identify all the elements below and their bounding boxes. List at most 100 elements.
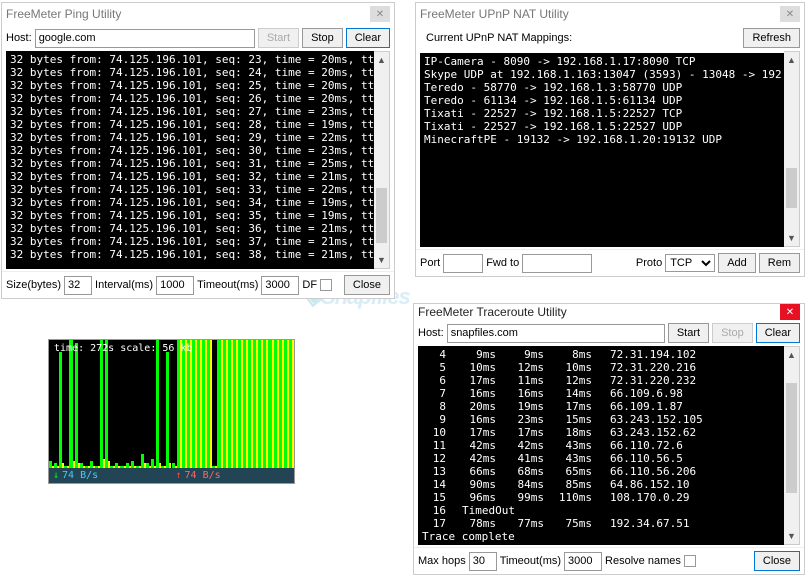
ping-line: 32 bytes from: 74.125.196.101, seq: 26, …	[10, 92, 370, 105]
ping-start-button[interactable]: Start	[258, 28, 299, 48]
ping-timeout-input[interactable]	[261, 276, 299, 295]
port-input[interactable]	[443, 254, 483, 273]
ping-line: 32 bytes from: 74.125.196.101, seq: 28, …	[10, 118, 370, 131]
maxhops-label: Max hops	[418, 555, 466, 567]
ping-clear-button[interactable]: Clear	[346, 28, 390, 48]
upload-rate: ↑ 74 B/s	[172, 470, 295, 481]
df-label: DF	[302, 279, 317, 291]
ping-title: FreeMeter Ping Utility	[6, 7, 121, 21]
proto-select[interactable]: TCP	[665, 254, 715, 272]
ping-line: 32 bytes from: 74.125.196.101, seq: 37, …	[10, 235, 370, 248]
trace-close-icon[interactable]: ✕	[780, 304, 800, 320]
df-checkbox[interactable]	[320, 279, 332, 291]
proto-label: Proto	[636, 257, 662, 269]
ping-scrollbar[interactable]: ▲ ▼	[374, 51, 390, 269]
ping-interval-input[interactable]	[156, 276, 194, 295]
trace-title: FreeMeter Traceroute Utility	[418, 305, 567, 319]
upnp-line: IP-Camera - 8090 -> 192.168.1.17:8090 TC…	[424, 55, 780, 68]
upnp-titlebar[interactable]: FreeMeter UPnP NAT Utility ✕	[416, 3, 804, 25]
download-bar	[141, 454, 144, 468]
rem-button[interactable]: Rem	[759, 253, 800, 273]
download-bar	[105, 340, 108, 468]
trace-scrollbar[interactable]: ▲ ▼	[784, 346, 800, 545]
ping-line: 32 bytes from: 74.125.196.101, seq: 23, …	[10, 53, 370, 66]
ping-line: 32 bytes from: 74.125.196.101, seq: 27, …	[10, 105, 370, 118]
trace-row: 49ms9ms8ms72.31.194.102	[422, 348, 780, 361]
ping-size-input[interactable]	[64, 276, 92, 295]
trace-row: 1490ms84ms85ms64.86.152.10	[422, 478, 780, 491]
ping-line: 32 bytes from: 74.125.196.101, seq: 34, …	[10, 196, 370, 209]
trace-timeout-input[interactable]	[564, 552, 602, 571]
trace-row: 1596ms99ms110ms108.170.0.29	[422, 491, 780, 504]
trace-row: 1366ms68ms65ms66.110.56.206	[422, 465, 780, 478]
download-bar	[274, 340, 277, 468]
upnp-subtitle: Current UPnP NAT Mappings:	[420, 29, 578, 47]
ping-close-icon[interactable]: ✕	[370, 6, 390, 22]
trace-titlebar[interactable]: FreeMeter Traceroute Utility ✕	[414, 304, 804, 320]
scroll-thumb[interactable]	[786, 383, 797, 493]
upnp-line: Tixati - 22527 -> 192.168.1.5:22527 UDP	[424, 120, 780, 133]
resolve-checkbox[interactable]	[684, 555, 696, 567]
trace-bottombar: Max hops Timeout(ms) Resolve names Close	[414, 547, 804, 574]
download-bar	[202, 340, 205, 468]
scroll-down-icon[interactable]: ▼	[784, 528, 799, 544]
upnp-toolbar: Current UPnP NAT Mappings: Refresh	[416, 25, 804, 51]
trace-clear-button[interactable]: Clear	[756, 323, 800, 343]
trace-host-label: Host:	[418, 327, 444, 339]
download-bar	[258, 340, 261, 468]
ping-toolbar: Host: Start Stop Clear	[2, 25, 394, 51]
ping-line: 32 bytes from: 74.125.196.101, seq: 29, …	[10, 131, 370, 144]
download-bar	[131, 461, 134, 468]
bandwidth-graph[interactable]: time: 272s scale: 56 kb ↓ 74 B/s ↑ 74 B/…	[48, 339, 295, 484]
scroll-up-icon[interactable]: ▲	[374, 52, 389, 68]
trace-stop-button[interactable]: Stop	[712, 323, 753, 343]
ping-line: 32 bytes from: 74.125.196.101, seq: 25, …	[10, 79, 370, 92]
trace-close-button[interactable]: Close	[754, 551, 800, 571]
scroll-down-icon[interactable]: ▼	[784, 230, 799, 246]
scroll-up-icon[interactable]: ▲	[784, 52, 799, 68]
download-bar	[268, 340, 271, 468]
trace-start-button[interactable]: Start	[668, 323, 709, 343]
ping-host-input[interactable]	[35, 29, 255, 48]
download-bar	[166, 352, 169, 468]
add-button[interactable]: Add	[718, 253, 756, 273]
scroll-up-icon[interactable]: ▲	[784, 347, 799, 363]
scroll-thumb[interactable]	[786, 168, 797, 208]
port-label: Port	[420, 257, 440, 269]
ping-close-button[interactable]: Close	[344, 275, 390, 295]
fwd-label: Fwd to	[486, 257, 519, 269]
scroll-thumb[interactable]	[376, 188, 387, 243]
download-bar	[228, 340, 231, 468]
size-label: Size(bytes)	[6, 279, 61, 291]
upnp-close-icon[interactable]: ✕	[780, 6, 800, 22]
host-label: Host:	[6, 32, 32, 44]
download-rate: ↓ 74 B/s	[49, 470, 172, 481]
download-bar	[100, 340, 103, 468]
download-bar	[182, 340, 185, 468]
trace-window: FreeMeter Traceroute Utility ✕ Host: Sta…	[413, 303, 805, 575]
upnp-scrollbar[interactable]: ▲ ▼	[784, 51, 800, 247]
fwd-input[interactable]	[522, 254, 592, 273]
maxhops-input[interactable]	[469, 552, 497, 571]
download-bar	[263, 340, 266, 468]
download-bar	[90, 461, 93, 468]
scroll-down-icon[interactable]: ▼	[374, 252, 389, 268]
ping-line: 32 bytes from: 74.125.196.101, seq: 30, …	[10, 144, 370, 157]
trace-row: 1017ms17ms18ms63.243.152.62	[422, 426, 780, 439]
upnp-line: Teredo - 58770 -> 192.168.1.3:58770 UDP	[424, 81, 780, 94]
trace-row: 1242ms41ms43ms66.110.56.5	[422, 452, 780, 465]
download-bar	[75, 343, 78, 468]
ping-titlebar[interactable]: FreeMeter Ping Utility ✕	[2, 3, 394, 25]
download-bar	[156, 340, 159, 468]
ping-line: 32 bytes from: 74.125.196.101, seq: 24, …	[10, 66, 370, 79]
download-bar	[187, 340, 190, 468]
timeout-label: Timeout(ms)	[197, 279, 258, 291]
ping-stop-button[interactable]: Stop	[302, 28, 343, 48]
trace-host-input[interactable]	[447, 324, 665, 343]
download-bar	[289, 340, 292, 468]
upnp-line: MinecraftPE - 19132 -> 192.168.1.20:1913…	[424, 133, 780, 146]
download-bar	[192, 340, 195, 468]
download-bar	[151, 459, 154, 468]
refresh-button[interactable]: Refresh	[743, 28, 800, 48]
upnp-line: Skype UDP at 192.168.1.163:13047 (3593) …	[424, 68, 780, 81]
